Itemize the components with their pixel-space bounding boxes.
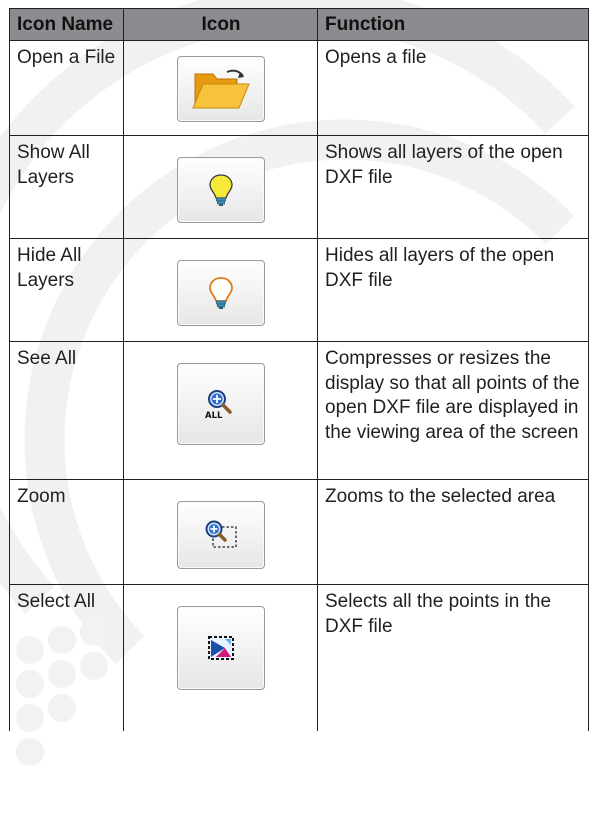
table-row: Show All Layers Shows all layers of the … bbox=[9, 135, 589, 239]
table-row: Zoom Zooms to the selected area bbox=[9, 479, 589, 585]
table-row: See All ALL Compresses or resizes the di… bbox=[9, 341, 589, 480]
select-all-button[interactable] bbox=[177, 606, 265, 690]
show-all-layers-button[interactable] bbox=[177, 157, 265, 223]
icon-reference-table: Icon Name Icon Function Open a File Open… bbox=[9, 8, 589, 731]
zoom-all-label: ALL bbox=[205, 411, 223, 420]
header-icon: Icon bbox=[123, 8, 318, 41]
table-row: Open a File Opens a file bbox=[9, 40, 589, 136]
table-row: Hide All Layers Hides all layers of the … bbox=[9, 238, 589, 342]
select-all-icon bbox=[208, 636, 234, 660]
lit-bulb-icon bbox=[209, 174, 233, 206]
row-function: Compresses or resizes the display so tha… bbox=[317, 341, 589, 480]
row-function: Zooms to the selected area bbox=[317, 479, 589, 585]
row-name: Hide All Layers bbox=[9, 238, 124, 342]
see-all-button[interactable]: ALL bbox=[177, 363, 265, 445]
row-name: Show All Layers bbox=[9, 135, 124, 239]
table-row: Select All Selects all the points in the… bbox=[9, 584, 589, 731]
table-header-row: Icon Name Icon Function bbox=[9, 8, 589, 41]
hide-all-layers-button[interactable] bbox=[177, 260, 265, 326]
unlit-bulb-icon bbox=[209, 277, 233, 309]
row-function: Shows all layers of the open DXF file bbox=[317, 135, 589, 239]
open-file-button[interactable] bbox=[177, 56, 265, 122]
row-name: Zoom bbox=[9, 479, 124, 585]
open-folder-icon bbox=[192, 69, 250, 109]
zoom-selection-icon bbox=[205, 520, 237, 548]
zoom-all-icon: ALL bbox=[205, 390, 232, 420]
header-function: Function bbox=[317, 8, 589, 41]
row-function: Opens a file bbox=[317, 40, 589, 136]
header-icon-name: Icon Name bbox=[9, 8, 124, 41]
row-function: Hides all layers of the open DXF file bbox=[317, 238, 589, 342]
row-name: Select All bbox=[9, 584, 124, 731]
zoom-button[interactable] bbox=[177, 501, 265, 569]
row-name: See All bbox=[9, 341, 124, 480]
row-name: Open a File bbox=[9, 40, 124, 136]
row-function: Selects all the points in the DXF file bbox=[317, 584, 589, 731]
